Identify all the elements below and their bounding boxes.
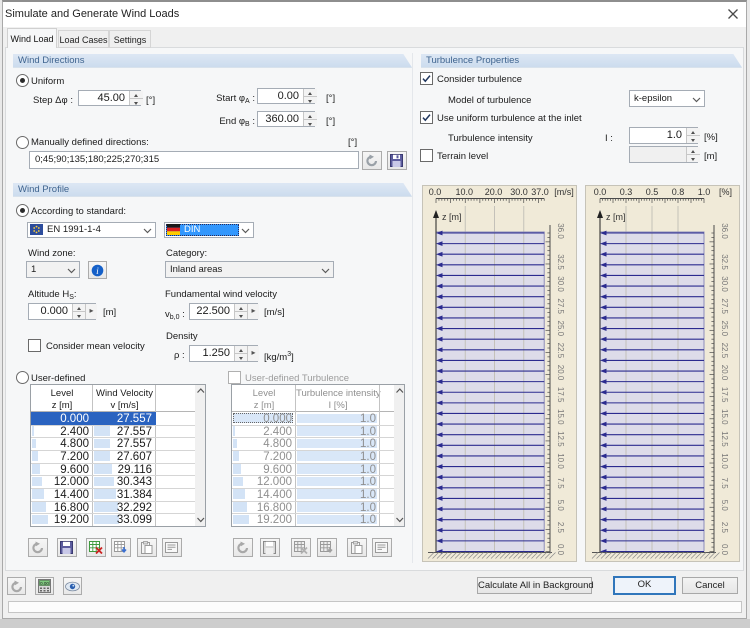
svg-text:0.8: 0.8 bbox=[672, 187, 685, 197]
svg-text:0.00: 0.00 bbox=[40, 581, 49, 586]
svg-text:30.0: 30.0 bbox=[556, 276, 565, 292]
svg-text:25.0: 25.0 bbox=[720, 321, 729, 337]
svg-text:36.0: 36.0 bbox=[720, 223, 729, 239]
svg-text:27.5: 27.5 bbox=[556, 298, 565, 314]
svg-text:2.5: 2.5 bbox=[556, 522, 565, 534]
svg-text:20.0: 20.0 bbox=[485, 187, 503, 197]
svg-text:20.0: 20.0 bbox=[720, 365, 729, 381]
svg-text:30.0: 30.0 bbox=[510, 187, 528, 197]
svg-text:0.0: 0.0 bbox=[429, 187, 442, 197]
svg-text:0.0: 0.0 bbox=[594, 187, 607, 197]
svg-text:10.0: 10.0 bbox=[556, 453, 565, 469]
svg-text:30.0: 30.0 bbox=[720, 276, 729, 292]
svg-text:[%]: [%] bbox=[719, 187, 732, 197]
svg-text:5.0: 5.0 bbox=[720, 500, 729, 512]
svg-text:10.0: 10.0 bbox=[720, 453, 729, 469]
svg-text:0.5: 0.5 bbox=[646, 187, 659, 197]
svg-text:2.5: 2.5 bbox=[720, 522, 729, 534]
svg-text:17.5: 17.5 bbox=[720, 387, 729, 403]
svg-text:37.0: 37.0 bbox=[531, 187, 549, 197]
svg-text:15.0: 15.0 bbox=[556, 409, 565, 425]
svg-text:5.0: 5.0 bbox=[556, 500, 565, 512]
svg-text:0.0: 0.0 bbox=[720, 544, 729, 556]
svg-text:1.0: 1.0 bbox=[698, 187, 711, 197]
svg-text:20.0: 20.0 bbox=[556, 365, 565, 381]
svg-text:17.5: 17.5 bbox=[556, 387, 565, 403]
svg-text:22.5: 22.5 bbox=[556, 343, 565, 359]
svg-text:7.5: 7.5 bbox=[556, 478, 565, 490]
svg-text:z [m]: z [m] bbox=[606, 212, 626, 222]
svg-text:25.0: 25.0 bbox=[556, 321, 565, 337]
svg-text:10.0: 10.0 bbox=[456, 187, 474, 197]
svg-text:27.5: 27.5 bbox=[720, 298, 729, 314]
svg-text:12.5: 12.5 bbox=[556, 431, 565, 447]
svg-text:36.0: 36.0 bbox=[556, 223, 565, 239]
svg-text:12.5: 12.5 bbox=[720, 431, 729, 447]
svg-text:z [m]: z [m] bbox=[442, 212, 462, 222]
svg-text:7.5: 7.5 bbox=[720, 478, 729, 490]
svg-text:22.5: 22.5 bbox=[720, 343, 729, 359]
svg-text:15.0: 15.0 bbox=[720, 409, 729, 425]
svg-text:32.5: 32.5 bbox=[720, 254, 729, 270]
svg-text:[m/s]: [m/s] bbox=[554, 187, 574, 197]
svg-text:i: i bbox=[96, 267, 99, 277]
svg-text:32.5: 32.5 bbox=[556, 254, 565, 270]
svg-text:0.0: 0.0 bbox=[556, 544, 565, 556]
svg-text:0.3: 0.3 bbox=[620, 187, 633, 197]
